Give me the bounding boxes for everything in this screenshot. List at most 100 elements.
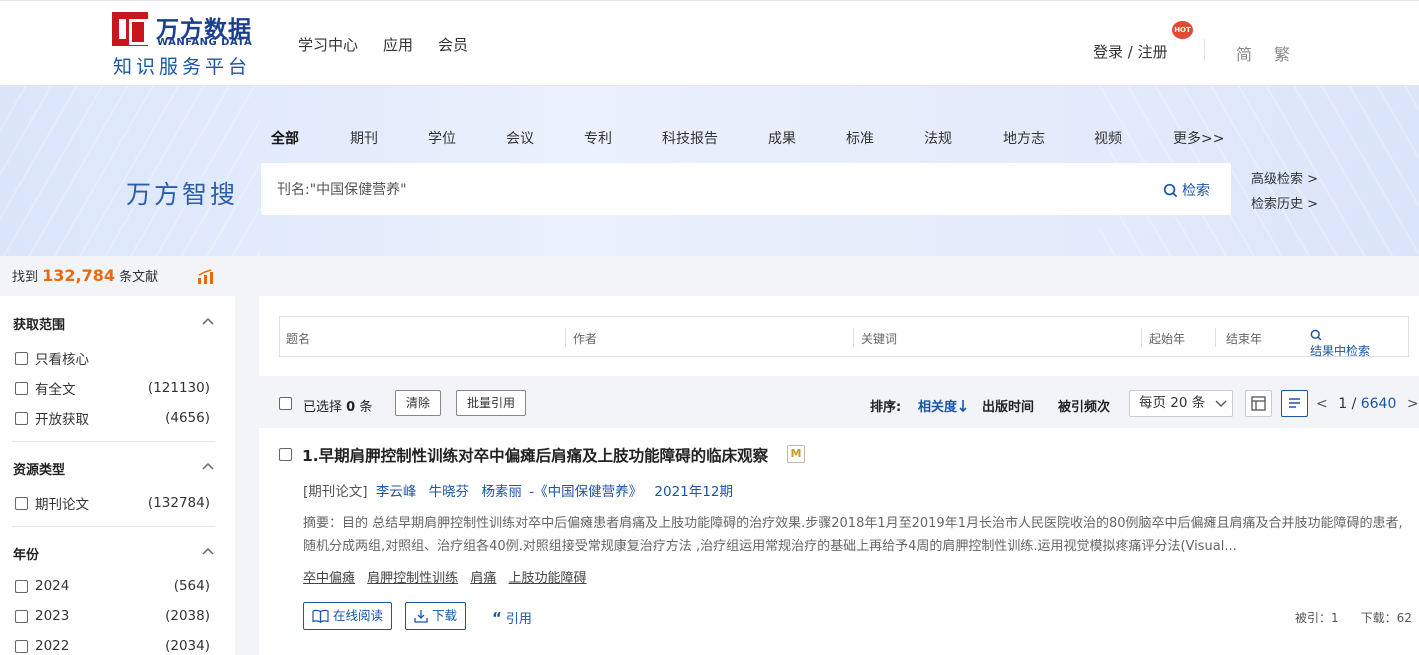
checkbox[interactable] <box>15 579 28 593</box>
list-view-button[interactable] <box>1281 390 1308 417</box>
keyword-link[interactable]: 上肢功能障碍 <box>508 571 586 586</box>
facet-title-year: 年份 <box>13 548 40 563</box>
smart-search-brand: 万方智搜 <box>126 180 239 209</box>
refine-panel: 题名 作者 关键词 起始年 结束年 结果中检索 <box>259 296 1419 376</box>
journal-link[interactable]: -《中国保健营养》 <box>529 484 642 500</box>
search-in-results-button[interactable]: 结果中检索 <box>1310 329 1370 358</box>
nav-membership[interactable]: 会员 <box>438 34 468 55</box>
nav-apps[interactable]: 应用 <box>383 34 413 55</box>
tab-standards[interactable]: 标准 <box>846 128 874 148</box>
facet-year-2022[interactable]: 2022 (2034) <box>15 638 210 654</box>
filter-divider <box>565 328 566 347</box>
keyword-link[interactable]: 肩胛控制性训练 <box>367 571 458 586</box>
search-button[interactable]: 检索 <box>1163 180 1210 200</box>
author-filter-input[interactable]: 作者 <box>573 330 597 347</box>
next-page-icon[interactable]: > <box>1407 396 1419 412</box>
login-register-link[interactable]: 登录 / 注册 <box>1093 41 1168 62</box>
pagination: < 1 / 6640 > <box>1316 396 1419 412</box>
tab-degree[interactable]: 学位 <box>428 128 456 148</box>
author-link[interactable]: 李云峰 <box>376 484 417 500</box>
search-input[interactable] <box>277 179 1137 199</box>
tab-more[interactable]: 更多>> <box>1173 128 1224 148</box>
facet-year-2024[interactable]: 2024 (564) <box>15 578 210 594</box>
checkbox[interactable] <box>15 496 28 510</box>
download-label: 下载 <box>432 608 458 623</box>
tab-local-chronicles[interactable]: 地方志 <box>1003 128 1045 148</box>
result-title-link[interactable]: 1.早期肩胛控制性训练对卒中偏瘫后肩痛及上肢功能障碍的临床观察 <box>302 444 768 466</box>
result-checkbox[interactable] <box>279 448 292 461</box>
facet-label: 2022 <box>35 638 70 654</box>
nav-learning-center[interactable]: 学习中心 <box>298 34 358 55</box>
author-link[interactable]: 牛晓芬 <box>429 484 470 500</box>
checkbox[interactable] <box>15 351 28 365</box>
keyword-filter-input[interactable]: 关键词 <box>861 330 897 347</box>
batch-cite-button[interactable]: 批量引用 <box>456 390 527 416</box>
tab-all[interactable]: 全部 <box>271 128 299 148</box>
tab-video[interactable]: 视频 <box>1094 128 1122 148</box>
selected-suffix: 条 <box>359 400 373 415</box>
chevron-up-icon[interactable] <box>202 317 214 325</box>
tab-conference[interactable]: 会议 <box>506 128 534 148</box>
download-button[interactable]: 下载 <box>405 602 467 630</box>
per-page-select[interactable]: 每页 20 条 <box>1129 390 1233 417</box>
prev-page-icon[interactable]: < <box>1316 396 1328 412</box>
facet-core-only[interactable]: 只看核心 <box>15 348 210 368</box>
tab-tech-report[interactable]: 科技报告 <box>662 128 718 148</box>
tab-achievements[interactable]: 成果 <box>768 128 796 148</box>
tab-patent[interactable]: 专利 <box>584 128 612 148</box>
page-current: 1 <box>1338 396 1348 412</box>
facet-year-2023[interactable]: 2023 (2038) <box>15 608 210 624</box>
result-item: 1.早期肩胛控制性训练对卒中偏瘫后肩痛及上肢功能障碍的临床观察 M [期刊论文]… <box>259 428 1419 655</box>
start-year-input[interactable]: 起始年 <box>1149 330 1185 347</box>
result-type: [期刊论文] <box>303 484 368 500</box>
sort-cited-count[interactable]: 被引频次 <box>1058 396 1110 415</box>
lang-traditional-button[interactable]: 繁 <box>1274 41 1290 65</box>
checkbox[interactable] <box>15 639 28 653</box>
result-keywords: 卒中偏瘫 肩胛控制性训练 肩痛 上肢功能障碍 <box>303 567 594 586</box>
result-count-number: 132,784 <box>42 266 116 285</box>
advanced-search-link[interactable]: 高级检索 > <box>1251 167 1318 192</box>
facet-full-text[interactable]: 有全文 (121130) <box>15 378 210 398</box>
cite-button[interactable]: “引用 <box>492 608 532 627</box>
hot-badge: HOT <box>1172 21 1193 39</box>
analytics-chart-icon[interactable] <box>197 269 215 285</box>
search-history-link[interactable]: 检索历史 > <box>1251 192 1318 217</box>
author-link[interactable]: 杨素丽 <box>481 484 522 500</box>
read-online-label: 在线阅读 <box>333 608 384 623</box>
tab-regulations[interactable]: 法规 <box>924 128 952 148</box>
keyword-link[interactable]: 肩痛 <box>470 571 496 586</box>
result-count-suffix: 条文献 <box>119 270 159 285</box>
end-year-input[interactable]: 结束年 <box>1226 330 1262 347</box>
facet-open-access[interactable]: 开放获取 (4656) <box>15 408 210 428</box>
title-filter-input[interactable]: 题名 <box>286 330 310 347</box>
logo-subtitle: 知识服务平台 <box>113 56 252 78</box>
facet-title-access: 获取范围 <box>13 318 66 333</box>
lang-simplified-button[interactable]: 简 <box>1236 41 1252 65</box>
top-nav: 学习中心 应用 会员 <box>298 34 468 55</box>
top-header: 万方数据 WANFANG DATA 知识服务平台 学习中心 应用 会员 登录 /… <box>0 0 1419 86</box>
checkbox[interactable] <box>15 411 28 425</box>
sort-publish-date[interactable]: 出版时间 <box>982 396 1034 415</box>
select-all-checkbox[interactable] <box>279 397 292 410</box>
facet-label: 开放获取 <box>35 412 89 428</box>
issue-link[interactable]: 2021年12期 <box>654 484 733 500</box>
search-button-label: 检索 <box>1182 183 1210 199</box>
facet-journal-article[interactable]: 期刊论文 (132784) <box>15 493 210 513</box>
checkbox[interactable] <box>15 381 28 395</box>
facet-divider <box>12 441 215 442</box>
book-icon <box>312 609 329 623</box>
detail-view-button[interactable] <box>1245 390 1272 417</box>
quote-icon: “ <box>492 609 502 627</box>
clear-button[interactable]: 清除 <box>395 390 442 416</box>
language-switch: 简 繁 <box>1236 41 1290 65</box>
header-divider <box>1204 39 1205 61</box>
wanfang-logo[interactable]: 万方数据 WANFANG DATA 知识服务平台 <box>112 12 267 78</box>
checkbox[interactable] <box>15 609 28 623</box>
chevron-up-icon[interactable] <box>202 462 214 470</box>
tab-periodicals[interactable]: 期刊 <box>350 128 378 148</box>
facet-count: (121130) <box>147 380 210 396</box>
chevron-up-icon[interactable] <box>202 547 214 555</box>
sort-relevance[interactable]: 相关度 <box>918 396 967 415</box>
read-online-button[interactable]: 在线阅读 <box>303 602 393 630</box>
keyword-link[interactable]: 卒中偏瘫 <box>303 571 355 586</box>
